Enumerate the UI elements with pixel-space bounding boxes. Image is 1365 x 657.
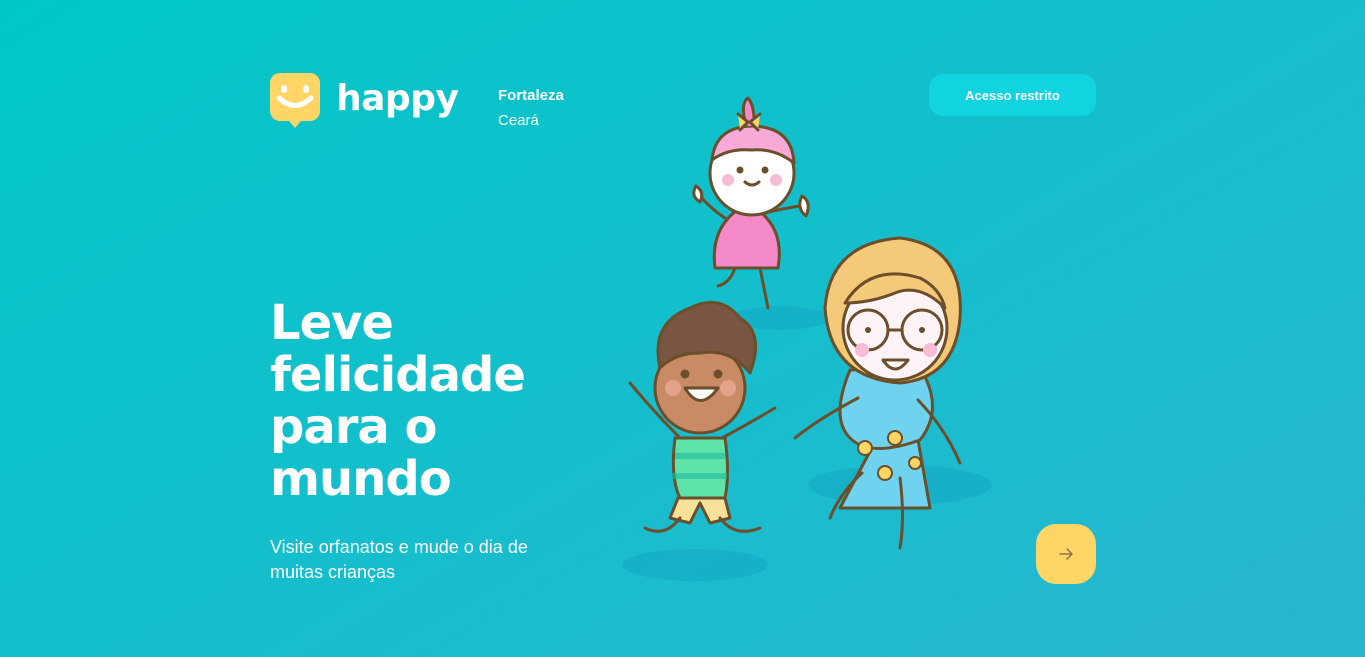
arrow-right-icon	[1059, 548, 1073, 560]
brand-name: happy	[336, 77, 459, 119]
hero-subtitle: Visite orfanatos e mude o dia de muitas …	[270, 537, 528, 582]
hero-headline: Leve felicidade para o mundo	[270, 295, 526, 507]
children-illustration	[622, 96, 992, 581]
location-city: Fortaleza	[498, 87, 564, 104]
landing-wrapper: happy Fortaleza Ceará Acesso restrito Le…	[270, 73, 1096, 593]
smile-chat-icon	[270, 73, 320, 129]
location-state: Ceará	[498, 112, 539, 129]
location: Fortaleza Ceará	[498, 83, 564, 133]
enter-app-button[interactable]	[1036, 524, 1096, 584]
logo[interactable]: happy	[270, 73, 459, 129]
